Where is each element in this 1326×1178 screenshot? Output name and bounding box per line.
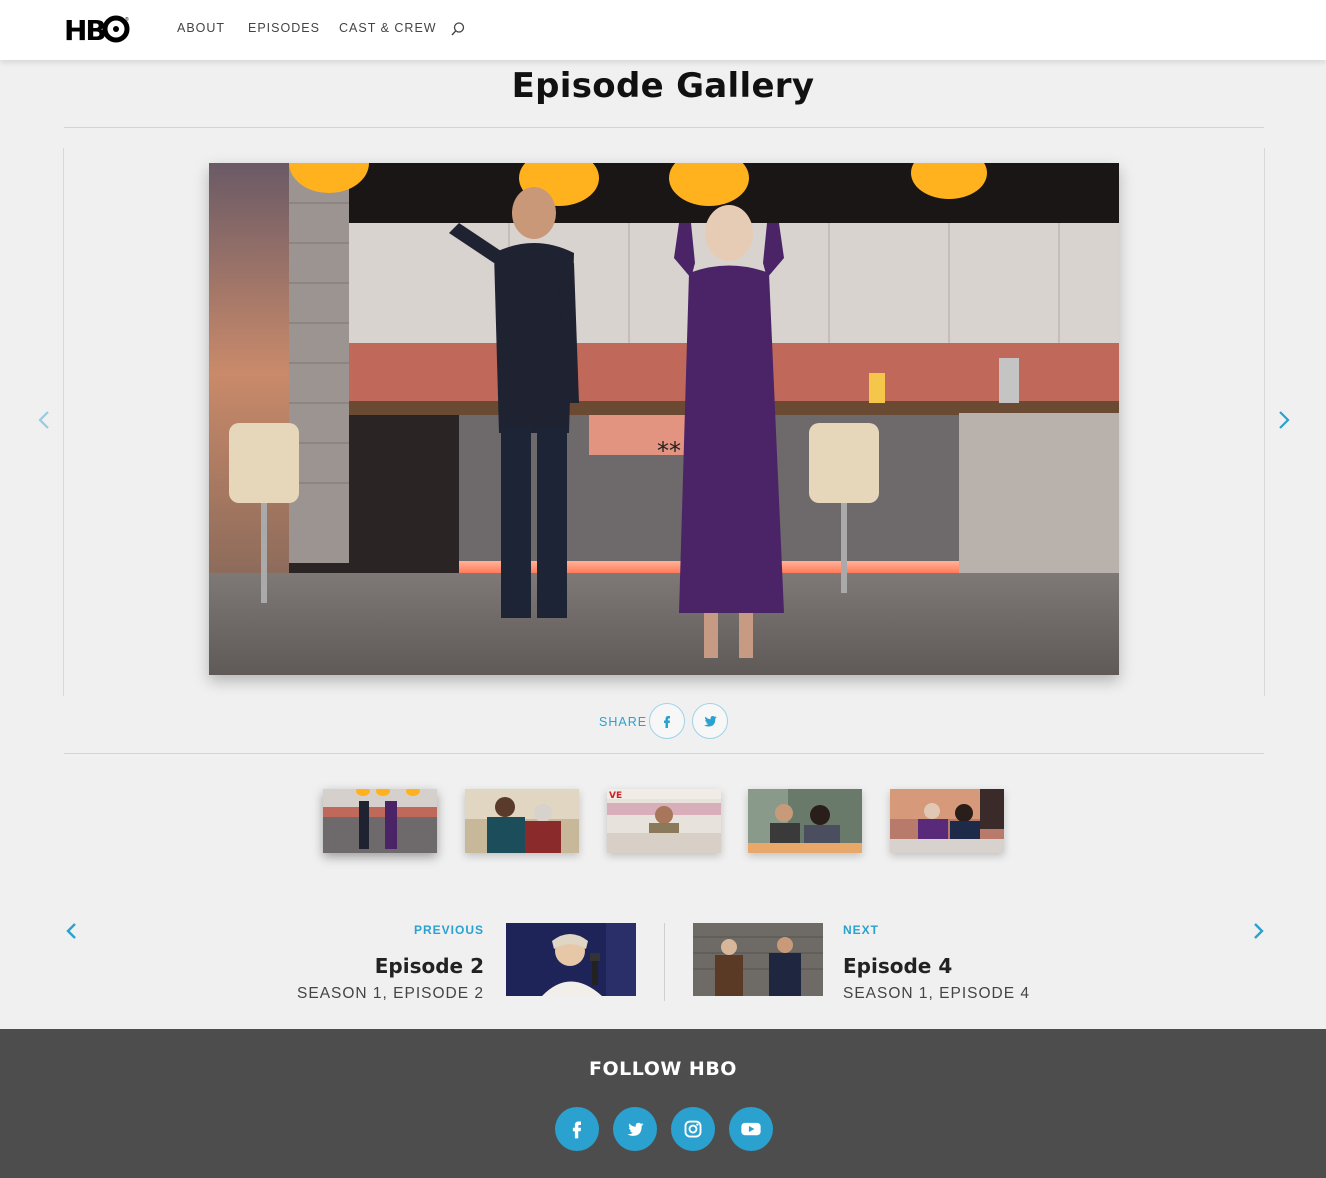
twitter-icon bbox=[704, 716, 717, 727]
footer-twitter-button[interactable] bbox=[613, 1107, 657, 1151]
next-episode-arrow[interactable] bbox=[1249, 920, 1267, 942]
previous-episode-thumbnail[interactable] bbox=[506, 923, 636, 996]
youtube-icon bbox=[741, 1122, 761, 1136]
next-episode-title[interactable]: Episode 4 bbox=[843, 954, 952, 978]
gallery-thumbnail[interactable] bbox=[748, 789, 862, 853]
search-icon[interactable] bbox=[450, 21, 466, 37]
share-twitter-button[interactable] bbox=[692, 703, 728, 739]
nav-about[interactable]: ABOUT bbox=[177, 21, 225, 35]
twitter-icon bbox=[627, 1122, 644, 1136]
gallery-prev-button[interactable] bbox=[35, 408, 55, 432]
previous-episode-subtitle: SEASON 1, EPISODE 2 bbox=[297, 985, 484, 1002]
previous-episode-title[interactable]: Episode 2 bbox=[284, 954, 484, 978]
page-title: Episode Gallery bbox=[511, 66, 815, 106]
footer-title: FOLLOW HBO bbox=[589, 1058, 737, 1080]
share-facebook-button[interactable] bbox=[649, 703, 685, 739]
footer-facebook-button[interactable] bbox=[555, 1107, 599, 1151]
gallery-main-image: ** bbox=[209, 163, 1119, 675]
gallery-thumbnail[interactable] bbox=[890, 789, 1004, 853]
footer-instagram-button[interactable] bbox=[671, 1107, 715, 1151]
nav-episodes[interactable]: EPISODES bbox=[248, 21, 320, 35]
svg-text:HB: HB bbox=[64, 14, 105, 44]
divider bbox=[64, 753, 1264, 754]
svg-text:**: ** bbox=[657, 437, 681, 465]
divider bbox=[64, 127, 1264, 128]
gallery-edge-left bbox=[63, 148, 64, 696]
next-episode-thumbnail[interactable] bbox=[693, 923, 823, 996]
nav-cast-crew[interactable]: CAST & CREW bbox=[339, 21, 437, 35]
svg-text:VE: VE bbox=[609, 791, 622, 801]
gallery-thumbnail[interactable] bbox=[465, 789, 579, 853]
site-header: HB ® ABOUT EPISODES CAST & CREW bbox=[0, 0, 1326, 60]
gallery-thumbnail[interactable] bbox=[323, 789, 437, 853]
gallery-edge-right bbox=[1264, 148, 1265, 696]
pagination-divider bbox=[664, 923, 665, 1001]
previous-episode-arrow[interactable] bbox=[63, 920, 81, 942]
facebook-icon bbox=[572, 1121, 581, 1139]
site-footer: FOLLOW HBO bbox=[0, 1029, 1326, 1178]
svg-text:®: ® bbox=[125, 16, 129, 23]
instagram-icon bbox=[684, 1120, 702, 1138]
gallery-thumbnail[interactable]: VE bbox=[607, 789, 721, 853]
share-label: SHARE bbox=[599, 715, 648, 729]
previous-label: PREVIOUS bbox=[413, 923, 484, 937]
gallery-next-button[interactable] bbox=[1274, 408, 1294, 432]
next-label: NEXT bbox=[843, 923, 880, 937]
facebook-icon bbox=[664, 716, 670, 728]
next-episode-subtitle: SEASON 1, EPISODE 4 bbox=[843, 985, 1030, 1002]
footer-youtube-button[interactable] bbox=[729, 1107, 773, 1151]
hbo-logo[interactable]: HB ® bbox=[64, 14, 130, 47]
